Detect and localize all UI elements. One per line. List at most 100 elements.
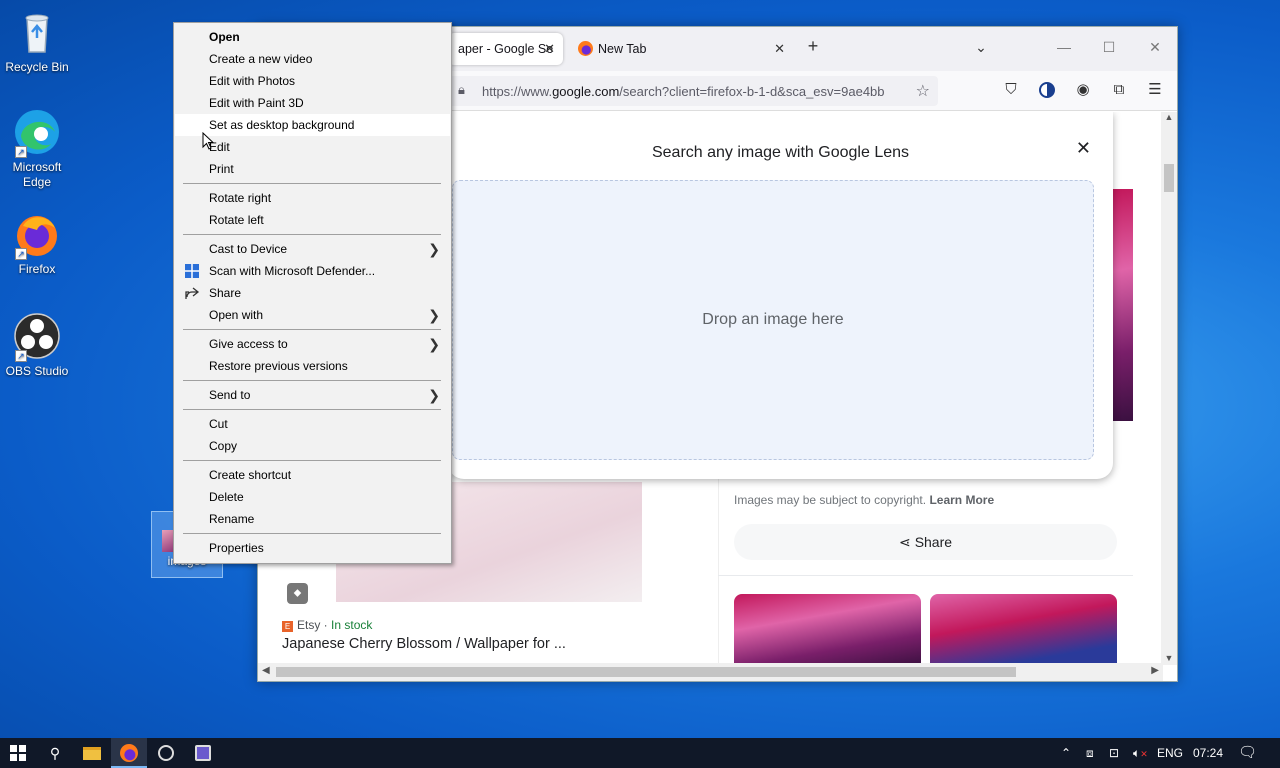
menu-item-give-access[interactable]: Give access to ❯ bbox=[175, 333, 450, 355]
menu-item-edit-paint3d[interactable]: Edit with Paint 3D bbox=[175, 92, 450, 114]
share-icon: ⋖ bbox=[898, 534, 911, 550]
share-button[interactable]: ⋖ Share bbox=[734, 524, 1117, 560]
taskbar-obs[interactable] bbox=[148, 738, 184, 768]
menu-item-copy[interactable]: Copy bbox=[175, 435, 450, 457]
menu-item-label: Restore previous versions bbox=[209, 359, 348, 373]
tab-google-search[interactable]: aper - Google Se ✕ bbox=[448, 33, 563, 65]
vertical-scrollbar[interactable]: ▲ ▼ bbox=[1161, 112, 1177, 665]
lens-dialog-title: Search any image with Google Lens bbox=[651, 144, 910, 161]
taskbar-app[interactable] bbox=[185, 738, 221, 768]
menu-item-label: Copy bbox=[209, 439, 238, 453]
extensions-icon[interactable]: ⧉ bbox=[1108, 79, 1130, 101]
close-dialog-icon[interactable]: ✕ bbox=[1076, 138, 1091, 159]
menu-item-label: Rename bbox=[209, 512, 255, 526]
taskbar-firefox[interactable] bbox=[111, 738, 147, 768]
menu-item-label: Edit with Photos bbox=[209, 74, 296, 88]
menu-item-rename[interactable]: Rename bbox=[175, 508, 450, 530]
clock[interactable]: 07:24 bbox=[1193, 738, 1223, 768]
menu-item-delete[interactable]: Delete bbox=[175, 486, 450, 508]
pocket-icon[interactable]: ⛉ bbox=[1000, 79, 1022, 101]
show-hidden-icons-chevron-icon[interactable]: ⌃ bbox=[1061, 738, 1071, 768]
menu-item-label: Give access to bbox=[209, 337, 288, 351]
menu-item-label: Send to bbox=[209, 388, 251, 402]
menu-item-label: Print bbox=[209, 162, 234, 176]
horizontal-scrollbar[interactable]: ◀ ▶ bbox=[258, 663, 1163, 681]
related-image-1[interactable] bbox=[734, 594, 921, 665]
url-bar[interactable]: 🔒︎ https://www.google.com/search?client=… bbox=[448, 76, 938, 106]
tab-new-tab[interactable]: New Tab ✕ bbox=[568, 33, 793, 65]
menu-item-open[interactable]: Open bbox=[175, 26, 450, 48]
menu-item-properties[interactable]: Properties bbox=[175, 537, 450, 559]
desktop-icon-firefox[interactable]: ↗ Firefox bbox=[0, 210, 74, 277]
scroll-up-arrow-icon[interactable]: ▲ bbox=[1161, 112, 1177, 122]
h-scroll-thumb[interactable] bbox=[276, 667, 1016, 677]
desktop-icon-label: Firefox bbox=[18, 262, 56, 276]
menu-separator bbox=[183, 183, 441, 184]
menu-item-label: Set as desktop background bbox=[209, 118, 355, 132]
edge-icon: ↗ bbox=[13, 108, 61, 158]
tag-icon: ⬥ bbox=[287, 583, 308, 604]
result-source-label: Etsy bbox=[297, 618, 321, 632]
meet-now-icon[interactable]: ⧈ bbox=[1086, 738, 1094, 768]
learn-more-link[interactable]: Learn More bbox=[929, 493, 994, 507]
account-icon[interactable]: ◉ bbox=[1072, 79, 1094, 101]
menu-item-restore-versions[interactable]: Restore previous versions bbox=[175, 355, 450, 377]
new-tab-plus-icon[interactable]: + bbox=[798, 36, 828, 57]
image-drop-zone[interactable]: Drop an image here bbox=[452, 180, 1094, 460]
menu-separator bbox=[183, 533, 441, 534]
dark-mode-icon[interactable] bbox=[1036, 79, 1058, 101]
related-image-2[interactable] bbox=[930, 594, 1117, 665]
menu-separator bbox=[183, 380, 441, 381]
taskbar-file-explorer[interactable] bbox=[74, 738, 110, 768]
desktop-icon-obs[interactable]: ↗ OBS Studio bbox=[0, 312, 74, 379]
menu-item-label: Edit with Paint 3D bbox=[209, 96, 304, 110]
scroll-thumb[interactable] bbox=[1164, 164, 1174, 192]
language-indicator[interactable]: ENG bbox=[1157, 738, 1183, 768]
menu-item-label: Open bbox=[209, 30, 240, 44]
menu-item-print[interactable]: Print bbox=[175, 158, 450, 180]
menu-item-share[interactable]: Share bbox=[175, 282, 450, 304]
windows-icon bbox=[10, 745, 26, 761]
result-source: E Etsy · In stock bbox=[282, 618, 372, 632]
menu-item-cut[interactable]: Cut bbox=[175, 413, 450, 435]
minimize-icon[interactable]: — bbox=[1049, 39, 1079, 55]
scroll-down-arrow-icon[interactable]: ▼ bbox=[1161, 653, 1177, 663]
close-window-icon[interactable]: ✕ bbox=[1140, 39, 1170, 56]
result-title[interactable]: Japanese Cherry Blossom / Wallpaper for … bbox=[282, 636, 566, 652]
divider bbox=[718, 575, 1133, 576]
menu-item-create-shortcut[interactable]: Create shortcut bbox=[175, 464, 450, 486]
volume-muted-icon[interactable]: 🔈︎✕ bbox=[1133, 738, 1148, 768]
menu-item-rotate-right[interactable]: Rotate right bbox=[175, 187, 450, 209]
menu-item-rotate-left[interactable]: Rotate left bbox=[175, 209, 450, 231]
scroll-left-arrow-icon[interactable]: ◀ bbox=[262, 665, 270, 676]
desktop-icon-recycle-bin[interactable]: Recycle Bin bbox=[0, 8, 74, 75]
scroll-right-arrow-icon[interactable]: ▶ bbox=[1151, 665, 1159, 676]
folder-icon bbox=[83, 747, 101, 760]
in-stock-label: In stock bbox=[331, 618, 373, 632]
close-tab-icon[interactable]: ✕ bbox=[544, 41, 555, 57]
desktop-icon-edge[interactable]: ↗ Microsoft Edge bbox=[0, 108, 74, 190]
list-all-tabs-chevron-icon[interactable]: ⌄ bbox=[966, 39, 996, 56]
menu-item-edit[interactable]: Edit bbox=[175, 136, 450, 158]
search-button[interactable]: ⚲ bbox=[37, 738, 73, 768]
menu-item-create-video[interactable]: Create a new video bbox=[175, 48, 450, 70]
desktop-icon-label: Recycle Bin bbox=[5, 60, 69, 74]
menu-item-edit-photos[interactable]: Edit with Photos bbox=[175, 70, 450, 92]
network-icon[interactable]: ⊡ bbox=[1109, 738, 1119, 768]
menu-item-cast-to-device[interactable]: Cast to Device ❯ bbox=[175, 238, 450, 260]
menu-item-send-to[interactable]: Send to ❯ bbox=[175, 384, 450, 406]
bookmark-star-icon[interactable]: ☆ bbox=[911, 81, 930, 101]
menu-item-scan-defender[interactable]: Scan with Microsoft Defender... bbox=[175, 260, 450, 282]
submenu-arrow-icon: ❯ bbox=[428, 387, 440, 403]
preview-image[interactable] bbox=[1113, 189, 1133, 421]
menu-item-label: Properties bbox=[209, 541, 264, 555]
maximize-icon[interactable]: ☐ bbox=[1094, 39, 1124, 56]
menu-item-open-with[interactable]: Open with ❯ bbox=[175, 304, 450, 326]
close-tab-icon[interactable]: ✕ bbox=[774, 41, 785, 57]
menu-separator bbox=[183, 409, 441, 410]
start-button[interactable] bbox=[0, 738, 36, 768]
menu-item-set-desktop-background[interactable]: Set as desktop background bbox=[175, 114, 450, 136]
copyright-text: Images may be subject to copyright. Lear… bbox=[734, 493, 994, 507]
menu-hamburger-icon[interactable]: ☰ bbox=[1144, 79, 1166, 101]
action-center-icon[interactable]: 🗨︎ bbox=[1238, 738, 1257, 768]
